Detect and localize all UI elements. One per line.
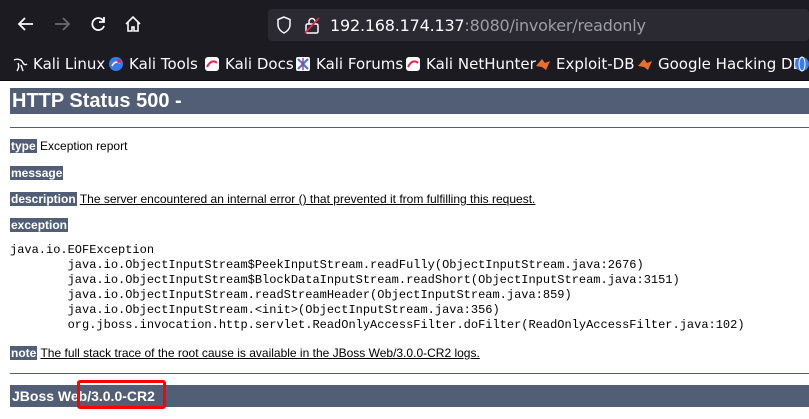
reload-button[interactable]: [84, 10, 112, 38]
bookmark-kali-forums[interactable]: Kali Forums: [295, 54, 403, 74]
home-button[interactable]: [119, 10, 147, 38]
page-content: HTTP Status 500 - type Exception report …: [0, 81, 809, 419]
exploit-db-icon: [536, 59, 550, 70]
divider: [10, 127, 809, 128]
browser-toolbar: 192.168.174.137:8080/invoker/readonly: [0, 0, 809, 48]
divider: [10, 373, 809, 374]
bookmark-label: Google Hacking DB: [658, 55, 803, 73]
note-label: note: [10, 346, 38, 360]
back-button[interactable]: [12, 10, 40, 38]
kali-dragon-icon: [13, 58, 28, 72]
type-value: Exception report: [40, 139, 128, 153]
note-row: note The full stack trace of the root ca…: [10, 346, 480, 360]
stack-trace: java.io.EOFException java.io.ObjectInput…: [10, 243, 745, 332]
kali-forums-icon: [296, 57, 310, 71]
globe-icon: [795, 56, 809, 72]
bookmark-overflow[interactable]: [794, 54, 809, 74]
version-highlight-box: [77, 380, 166, 409]
description-row: description The server encountered an in…: [10, 192, 535, 206]
address-bar[interactable]: 192.168.174.137:8080/invoker/readonly: [268, 9, 809, 41]
shield-icon[interactable]: [276, 16, 292, 34]
note-value: The full stack trace of the root cause i…: [40, 346, 480, 360]
bookmark-exploit-db[interactable]: Exploit-DB: [535, 54, 635, 74]
kali-nethunter-icon: [406, 57, 420, 71]
kali-docs-icon: [205, 57, 219, 71]
type-row: type Exception report: [10, 139, 127, 153]
arrow-right-icon: [55, 17, 71, 31]
home-icon: [125, 15, 141, 32]
bookmark-label: Exploit-DB: [556, 55, 635, 73]
url-host: 192.168.174.137: [330, 16, 465, 35]
type-label: type: [10, 139, 37, 153]
message-label: message: [10, 166, 64, 180]
bookmark-label: Kali Docs: [225, 55, 294, 73]
arrow-left-icon: [17, 17, 33, 31]
insecure-lock-icon[interactable]: [304, 16, 320, 34]
url-text[interactable]: 192.168.174.137:8080/invoker/readonly: [330, 16, 646, 35]
forward-button[interactable]: [48, 10, 76, 38]
description-value: The server encountered an internal error…: [79, 192, 536, 206]
reload-icon: [91, 17, 105, 31]
bookmark-google-hacking-db[interactable]: Google Hacking DB: [637, 54, 803, 74]
page-title: HTTP Status 500 -: [10, 88, 809, 114]
bookmark-label: Kali Tools: [129, 55, 198, 73]
bookmark-kali-tools[interactable]: Kali Tools: [108, 54, 198, 74]
bookmarks-toolbar: Kali Linux Kali Tools Kali Docs Kali For…: [0, 48, 809, 81]
bookmark-label: Kali Linux: [33, 55, 106, 73]
bookmark-kali-nethunter[interactable]: Kali NetHunter: [405, 54, 536, 74]
bookmark-kali-docs[interactable]: Kali Docs: [204, 54, 294, 74]
kali-tools-icon: [109, 57, 123, 71]
exception-label: exception: [10, 218, 69, 232]
description-label: description: [10, 192, 77, 206]
url-path: :8080/invoker/readonly: [464, 16, 646, 35]
ghdb-icon: [638, 59, 652, 70]
message-row: message: [10, 166, 64, 180]
bookmark-label: Kali Forums: [316, 55, 404, 73]
bookmark-kali-linux[interactable]: Kali Linux: [12, 54, 105, 74]
bookmark-label: Kali NetHunter: [426, 55, 536, 73]
exception-row: exception: [10, 218, 69, 232]
